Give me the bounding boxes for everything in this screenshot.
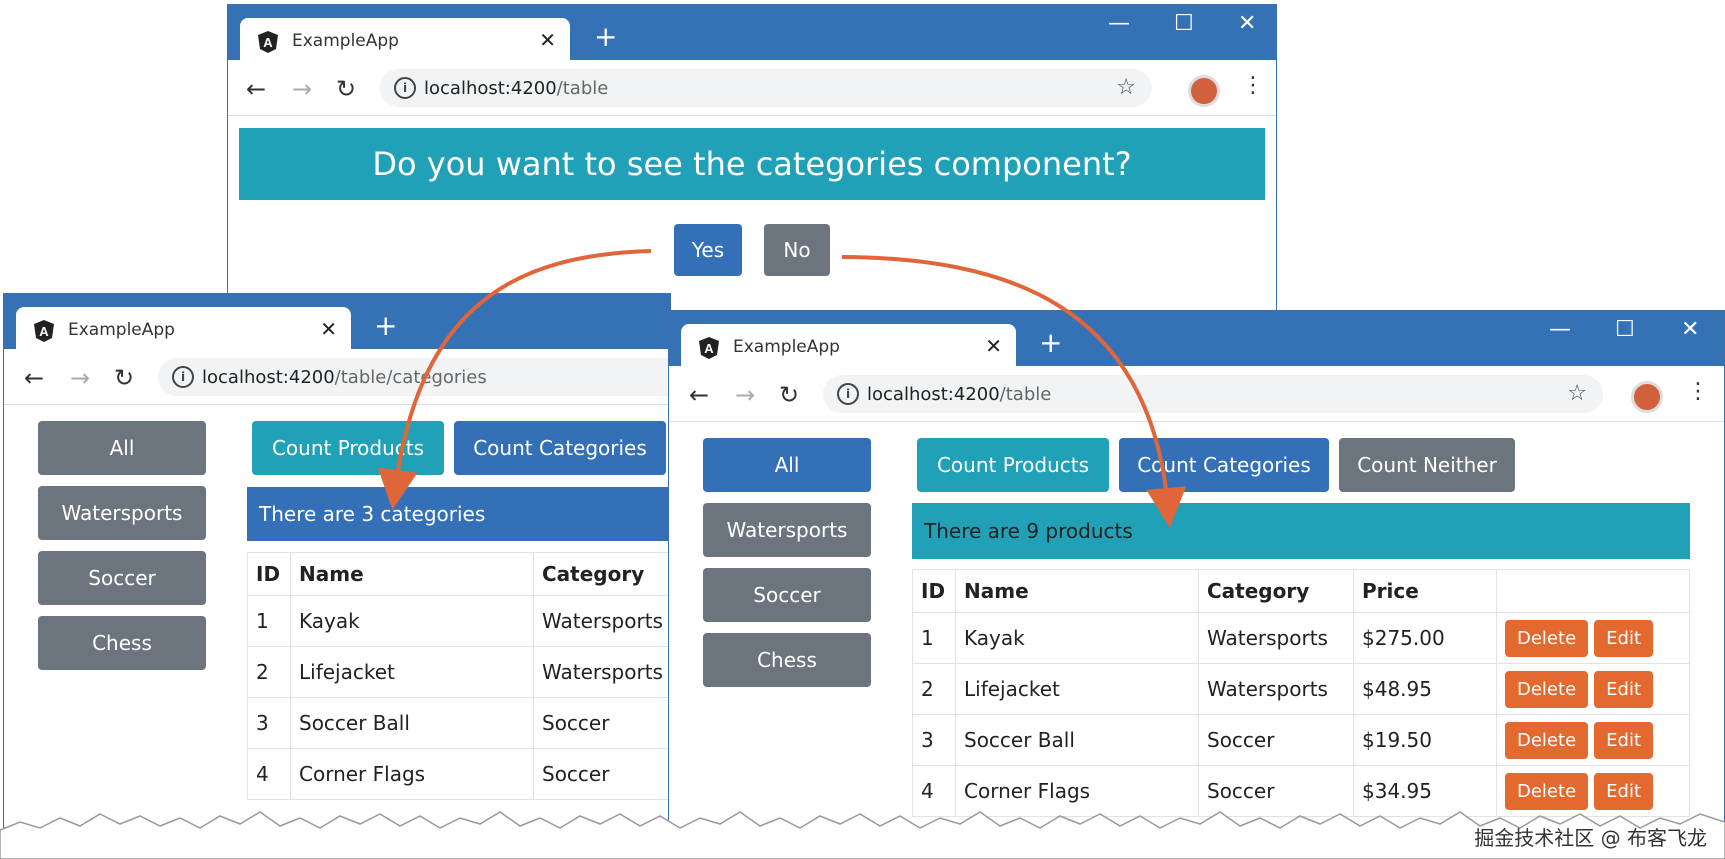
watermark: 掘金技术社区 @ 布客飞龙 bbox=[1474, 826, 1707, 850]
torn-paper-edge bbox=[0, 811, 1725, 859]
